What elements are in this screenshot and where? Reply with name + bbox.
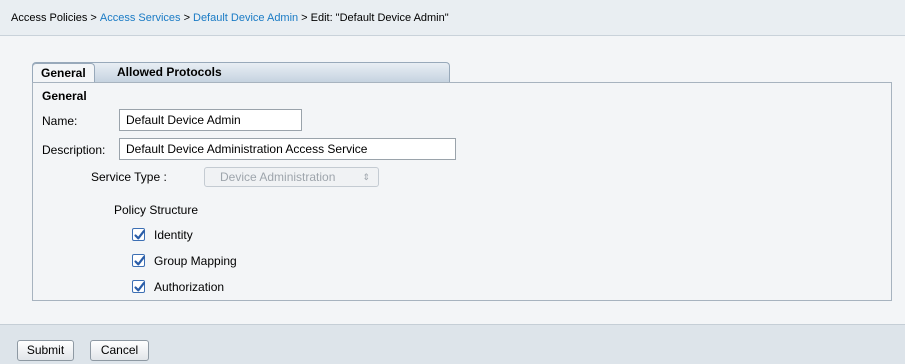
tab-general[interactable]: General <box>32 63 95 84</box>
breadcrumb-current: Edit: "Default Device Admin" <box>310 12 449 24</box>
breadcrumb-separator: > <box>90 12 97 24</box>
policy-structure-label: Policy Structure <box>114 203 199 217</box>
breadcrumb-root: Access Policies <box>11 12 88 24</box>
breadcrumb-link-access-services[interactable]: Access Services <box>100 12 181 24</box>
description-label: Description: <box>42 143 106 157</box>
description-field[interactable]: Default Device Administration Access Ser… <box>119 138 456 160</box>
name-field[interactable]: Default Device Admin <box>119 109 302 131</box>
group-mapping-checkbox[interactable] <box>132 254 145 267</box>
group-mapping-label: Group Mapping <box>154 254 237 268</box>
cancel-button[interactable]: Cancel <box>90 340 149 361</box>
section-title: General <box>42 89 87 103</box>
tab-bar: General Allowed Protocols <box>32 62 450 84</box>
checkmark-icon <box>134 256 145 266</box>
checkmark-icon <box>134 282 145 292</box>
checkmark-icon <box>134 230 145 240</box>
submit-button[interactable]: Submit <box>17 340 74 361</box>
breadcrumb-separator: > <box>183 12 190 24</box>
main-content: General Allowed Protocols General Name: … <box>0 36 905 325</box>
tab-allowed-protocols[interactable]: Allowed Protocols <box>109 63 230 83</box>
service-type-label: Service Type : <box>91 170 167 184</box>
select-arrows-icon: ⇕ <box>362 172 370 182</box>
name-label: Name: <box>42 114 78 128</box>
authorization-checkbox[interactable] <box>132 280 145 293</box>
identity-checkbox[interactable] <box>132 228 145 241</box>
service-type-select: Device Administration ⇕ <box>204 167 379 187</box>
authorization-label: Authorization <box>154 280 225 294</box>
service-type-value: Device Administration <box>220 170 336 184</box>
general-panel: General Name: Default Device Admin Descr… <box>32 82 892 301</box>
breadcrumb: Access Policies > Access Services > Default … <box>0 0 905 36</box>
breadcrumb-link-default-device-admin[interactable]: Default Device Admin <box>193 12 298 24</box>
identity-label: Identity <box>154 228 193 242</box>
breadcrumb-separator: > <box>301 12 308 24</box>
